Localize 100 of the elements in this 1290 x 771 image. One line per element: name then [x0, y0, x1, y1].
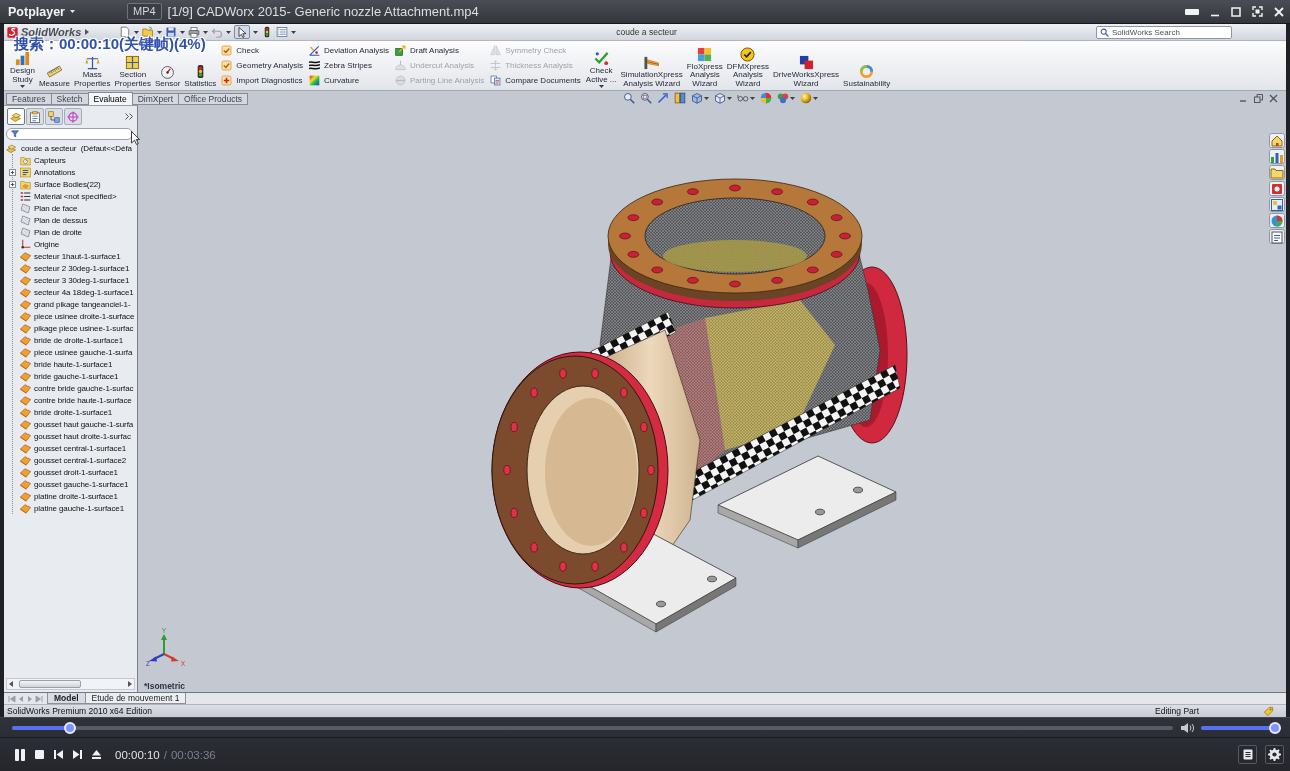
tree-item[interactable]: Plan de face	[34, 202, 78, 214]
surface-icon[interactable]	[20, 454, 31, 466]
manager-tab[interactable]	[26, 108, 44, 125]
tree-item[interactable]: gousset haut droite-1-surfac	[34, 430, 131, 442]
tiles-icon[interactable]	[1269, 197, 1285, 212]
surface-icon[interactable]	[20, 430, 31, 442]
ribbon-button[interactable]: Draft Analysis	[394, 44, 485, 57]
surface-icon[interactable]	[20, 298, 31, 310]
ribbon-button[interactable]: Geometry Analysis	[221, 59, 304, 72]
split-block-icon[interactable]	[674, 92, 687, 104]
surface-icon[interactable]	[20, 274, 31, 286]
filter-field[interactable]	[6, 128, 133, 140]
surface-icon[interactable]	[20, 418, 31, 430]
color-ball-icon[interactable]	[760, 92, 773, 104]
surface-icon[interactable]	[20, 346, 31, 358]
tree-item[interactable]: bride gauche-1-surface1	[34, 370, 119, 382]
ribbon-button[interactable]: Compare Documents	[490, 74, 581, 87]
print-icon[interactable]	[188, 26, 201, 38]
tree-item[interactable]: coude a secteur (Défaut<<Défa	[21, 142, 132, 154]
ribbon-button[interactable]: Design Study	[8, 51, 37, 90]
caret-icon[interactable]	[226, 30, 232, 34]
tree-item[interactable]: pikage piece usinee-1-surfac	[34, 322, 134, 334]
tree-item[interactable]: piece usinee droite-1-surface	[34, 310, 135, 322]
sphere-icon[interactable]	[800, 92, 813, 104]
tree-item[interactable]: gousset gauche-1-surface1	[34, 478, 129, 490]
tree-item[interactable]: Plan de dessus	[34, 214, 88, 226]
tree-item[interactable]: Annotations	[34, 166, 76, 178]
chart-icon[interactable]	[1269, 149, 1285, 164]
surface-icon[interactable]	[20, 262, 31, 274]
ribbon-button[interactable]: Check Active ...	[583, 51, 619, 90]
caret-icon[interactable]	[157, 30, 163, 34]
tree-item[interactable]: Capteurs	[34, 154, 66, 166]
ribbon-button[interactable]: Zebra Stripes	[309, 59, 389, 72]
ribbon-button[interactable]: Statistics	[182, 63, 219, 90]
command-tab[interactable]: DimXpert	[131, 93, 180, 105]
settings-button[interactable]	[1265, 745, 1284, 764]
surface-icon[interactable]	[20, 382, 31, 394]
material-list-icon[interactable]	[20, 190, 31, 202]
command-tab[interactable]: Office Products	[178, 93, 249, 105]
search-field[interactable]: SolidWorks Search	[1096, 25, 1232, 39]
pause-icon[interactable]	[14, 747, 26, 762]
tree-item[interactable]: gousset central-1-surface2	[34, 454, 127, 466]
stop-icon[interactable]	[34, 749, 45, 760]
caret-icon[interactable]	[291, 30, 297, 34]
caret-icon[interactable]	[704, 96, 710, 100]
note-icon[interactable]	[20, 166, 31, 178]
right-arrow-icon[interactable]	[128, 681, 132, 687]
maximize-icon[interactable]	[1231, 6, 1241, 17]
first-icon[interactable]	[8, 694, 16, 703]
tag-icon[interactable]	[1263, 705, 1274, 717]
surface-icon[interactable]	[20, 250, 31, 262]
volume-thumb[interactable]	[1268, 721, 1281, 734]
ribbon-button[interactable]: Section Properties	[112, 55, 153, 90]
ribbon-button[interactable]: FloXpress Analysis Wizard	[684, 46, 725, 90]
command-tab[interactable]: Evaluate	[87, 92, 133, 105]
home-icon[interactable]	[1269, 133, 1285, 148]
manager-tab[interactable]	[7, 108, 25, 125]
volume-track[interactable]	[1201, 721, 1281, 734]
color-cluster-icon[interactable]	[777, 92, 790, 104]
tree-item[interactable]: piece usinee gauche-1-surfa	[34, 346, 133, 358]
ribbon-button[interactable]: Mass Properties	[72, 55, 113, 90]
ribbon-button[interactable]: Deviation Analysis	[309, 44, 389, 57]
zoom-area-icon[interactable]	[640, 92, 653, 104]
tree-item[interactable]: Plan de droite	[34, 226, 82, 238]
ribbon-button[interactable]: Sustainability	[841, 63, 893, 90]
surface-icon[interactable]	[20, 478, 31, 490]
ribbon-button[interactable]: Curvature	[309, 74, 389, 87]
tree-item[interactable]: bride haute-1-surface1	[34, 358, 113, 370]
axes-icon[interactable]	[20, 238, 31, 250]
color-ball-icon[interactable]	[1269, 213, 1285, 228]
caret-icon[interactable]	[750, 96, 756, 100]
surface-icon[interactable]	[20, 394, 31, 406]
ribbon-button[interactable]: DFMXpress Analysis Wizard	[724, 46, 771, 90]
caret-icon[interactable]	[727, 96, 733, 100]
command-tab[interactable]: Features	[6, 93, 52, 105]
ribbon-button[interactable]: Import Diagnostics	[221, 74, 304, 87]
tree-item[interactable]: Material <not specified>	[34, 190, 117, 202]
ribbon-button[interactable]: DriveWorksXpress Wizard	[771, 55, 842, 90]
tree-item[interactable]: platine droite-1-surface1	[34, 490, 118, 502]
surface-icon[interactable]	[20, 502, 31, 514]
ribbon-button[interactable]: SimulationXpress Analysis Wizard	[618, 55, 685, 90]
caret-icon[interactable]	[134, 30, 140, 34]
folder-icon[interactable]	[1269, 165, 1285, 180]
surface-icon[interactable]	[20, 322, 31, 334]
part-icon[interactable]	[6, 142, 17, 154]
plus-box-icon[interactable]	[9, 180, 16, 188]
select-button[interactable]	[234, 25, 251, 39]
save-icon[interactable]	[165, 26, 178, 38]
plane-icon[interactable]	[20, 214, 31, 226]
tree-item[interactable]: Origine	[34, 238, 60, 250]
double-chevron-icon[interactable]	[125, 113, 133, 120]
surface-icon[interactable]	[20, 310, 31, 322]
tree-item[interactable]: grand pikage tangeanciel-1-	[34, 298, 131, 310]
eject-icon[interactable]	[91, 749, 102, 760]
tree-item[interactable]: contre bride haute-1-surface	[34, 394, 132, 406]
manager-tab[interactable]	[45, 108, 63, 125]
tree-item[interactable]: secteur 2 30deg-1-surface1	[34, 262, 130, 274]
surface-icon[interactable]	[20, 358, 31, 370]
surface-icon[interactable]	[20, 334, 31, 346]
close-icon[interactable]	[1269, 93, 1278, 103]
